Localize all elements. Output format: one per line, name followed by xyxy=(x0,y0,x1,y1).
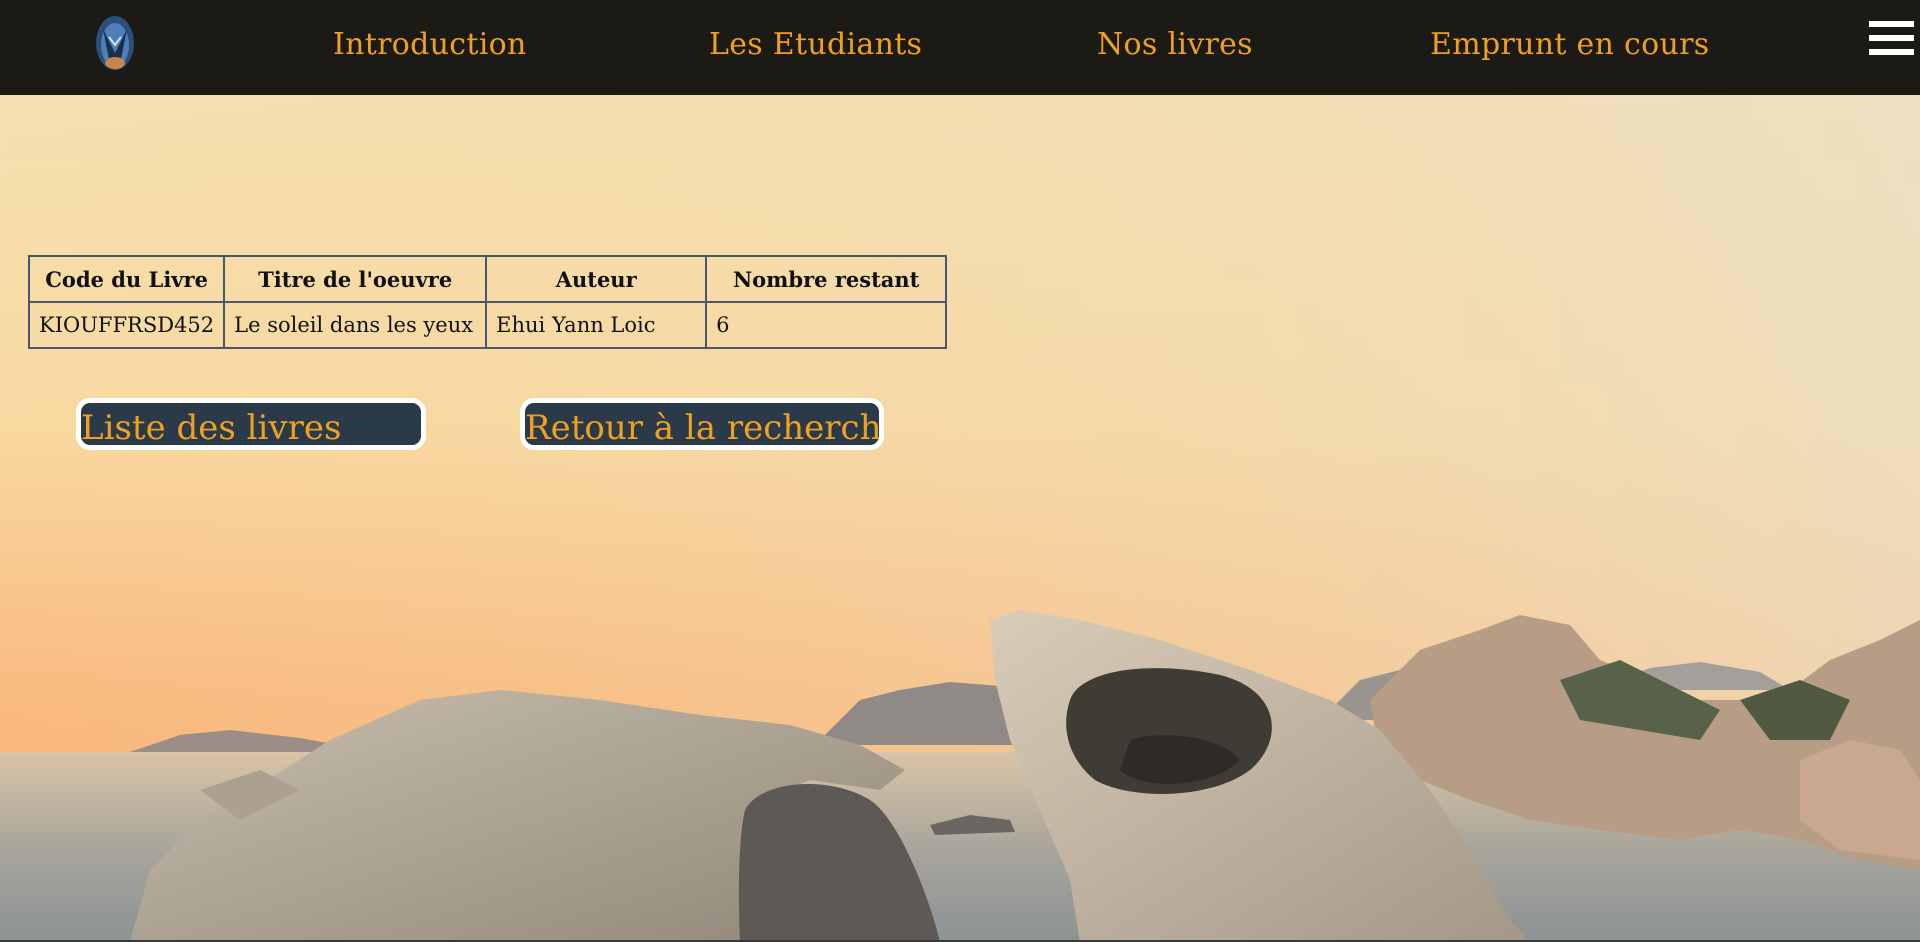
column-header-titre: Titre de l'oeuvre xyxy=(223,255,488,303)
book-table: Code du Livre Titre de l'oeuvre Auteur N… xyxy=(27,255,948,349)
table-header-row: Code du Livre Titre de l'oeuvre Auteur N… xyxy=(27,255,948,303)
bird-logo-icon[interactable] xyxy=(95,15,135,71)
cell-auteur: Ehui Yann Loic xyxy=(485,301,708,349)
cell-nombre-restant: 6 xyxy=(705,301,948,349)
cell-code: KIOUFFRSD452 xyxy=(27,301,226,349)
cell-titre: Le soleil dans les yeux xyxy=(223,301,488,349)
column-header-auteur: Auteur xyxy=(485,255,708,303)
list-books-button[interactable]: Liste des livres xyxy=(76,398,426,450)
hamburger-menu-icon[interactable] xyxy=(1869,21,1914,55)
nav-link-nos-livres[interactable]: Nos livres xyxy=(1097,27,1253,62)
background-image xyxy=(0,0,1920,942)
nav-link-introduction[interactable]: Introduction xyxy=(333,27,527,62)
back-to-search-button[interactable]: Retour à la rechercher xyxy=(520,398,884,450)
table-row: KIOUFFRSD452 Le soleil dans les yeux Ehu… xyxy=(27,301,948,349)
column-header-nombre-restant: Nombre restant xyxy=(705,255,948,303)
nav-link-les-etudiants[interactable]: Les Etudiants xyxy=(709,27,922,62)
column-header-code: Code du Livre xyxy=(27,255,226,303)
nav-link-emprunt-en-cours[interactable]: Emprunt en cours xyxy=(1430,27,1709,62)
top-nav-bar: Introduction Les Etudiants Nos livres Em… xyxy=(0,0,1920,95)
